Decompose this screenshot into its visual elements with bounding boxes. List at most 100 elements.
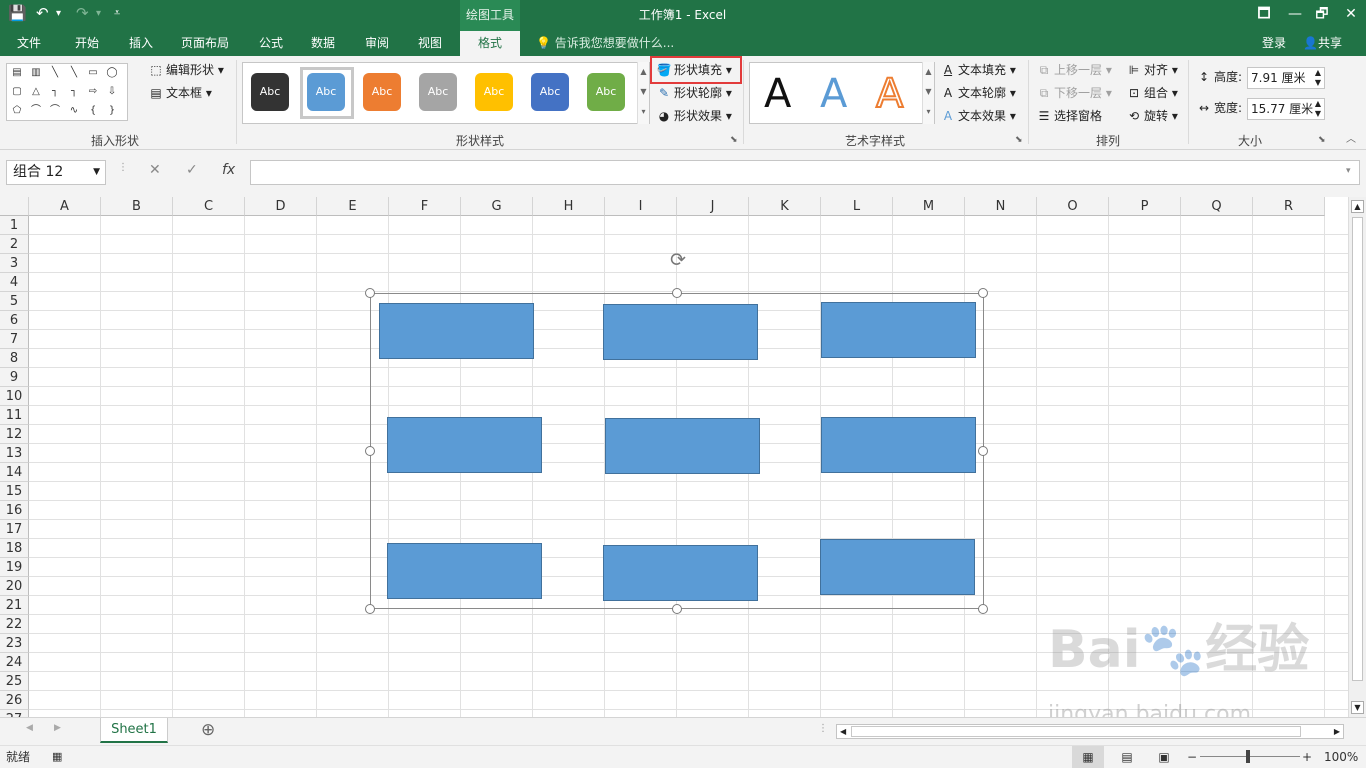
share-button[interactable]: 👤共享 (1303, 31, 1342, 56)
down-arrow-shape-icon[interactable]: ⇩ (105, 86, 119, 98)
shape-outline-button[interactable]: ✎ 形状轮廓 ▾ (656, 83, 732, 103)
wordart-sample-black[interactable]: A (764, 69, 791, 119)
page-break-view-icon[interactable]: ▣ (1155, 746, 1173, 768)
zoom-slider-track[interactable] (1200, 756, 1300, 757)
scroll-down-arrow-icon[interactable]: ▼ (1351, 701, 1364, 714)
add-sheet-icon[interactable]: ⊕ (201, 720, 215, 740)
zoom-level[interactable]: 100% (1324, 746, 1358, 768)
column-header-a[interactable]: A (29, 197, 101, 216)
resize-handle-bottom-right[interactable] (978, 604, 988, 614)
style-swatch-gold[interactable]: Abc (475, 73, 513, 111)
row-header-6[interactable]: 6 (0, 311, 29, 330)
save-icon[interactable]: 💾 (8, 4, 27, 22)
resize-handle-top-left[interactable] (365, 288, 375, 298)
restore-button[interactable]: 🗗 (1307, 0, 1337, 31)
tab-data[interactable]: 数据 (300, 31, 346, 56)
shape-fill-button[interactable]: 🪣 形状填充 ▾ (656, 60, 732, 80)
arrow-line-shape-icon[interactable]: ╲ (67, 67, 81, 79)
row-header-9[interactable]: 9 (0, 368, 29, 387)
column-header-n[interactable]: N (965, 197, 1037, 216)
row-header-12[interactable]: 12 (0, 425, 29, 444)
width-spinner-icon[interactable]: ▲ ▼ (1315, 99, 1321, 119)
column-header-p[interactable]: P (1109, 197, 1181, 216)
resize-handle-left[interactable] (365, 446, 375, 456)
rectangle-shape[interactable] (821, 417, 976, 473)
row-header-11[interactable]: 11 (0, 406, 29, 425)
rotate-handle-icon[interactable]: ⟳ (667, 249, 689, 271)
cancel-icon[interactable]: ✕ (149, 162, 161, 178)
row-header-8[interactable]: 8 (0, 349, 29, 368)
rectangle-shape[interactable] (605, 418, 760, 474)
textbox-shape-icon[interactable]: ▤ (10, 67, 24, 79)
column-header-r[interactable]: R (1253, 197, 1325, 216)
rectangle-shape[interactable] (603, 304, 758, 360)
row-header-18[interactable]: 18 (0, 539, 29, 558)
formula-input[interactable] (250, 160, 1360, 185)
style-swatch-green[interactable]: Abc (587, 73, 625, 111)
column-header-j[interactable]: J (677, 197, 749, 216)
edit-shape-button[interactable]: ⬚ 编辑形状 ▾ (148, 60, 224, 80)
align-button[interactable]: ⊫ 对齐 ▾ (1126, 60, 1178, 80)
zoom-in-button[interactable]: + (1302, 746, 1312, 768)
rectangle-shape[interactable] (821, 302, 976, 358)
freeform-shape-icon[interactable]: ⬠ (10, 105, 24, 117)
column-header-k[interactable]: K (749, 197, 821, 216)
curve-shape-icon[interactable]: ∿ (67, 105, 81, 117)
row-header-15[interactable]: 15 (0, 482, 29, 501)
row-header-21[interactable]: 21 (0, 596, 29, 615)
scroll-down-icon[interactable]: ▼ (638, 82, 649, 102)
elbow-arrow-shape-icon[interactable]: ┐ (67, 86, 81, 98)
style-swatch-orange[interactable]: Abc (363, 73, 401, 111)
height-field[interactable]: 7.91 厘米 ▲ ▼ (1247, 67, 1325, 89)
scroll-up-arrow-icon[interactable]: ▲ (1351, 200, 1364, 213)
tab-review[interactable]: 审阅 (354, 31, 400, 56)
style-swatch-darkblue[interactable]: Abc (531, 73, 569, 111)
prev-sheet-icon[interactable]: ◀ (26, 723, 33, 733)
size-launcher-icon[interactable]: ⬊ (1318, 130, 1326, 150)
height-spinner-icon[interactable]: ▲ ▼ (1315, 68, 1321, 88)
tab-view[interactable]: 视图 (407, 31, 453, 56)
text-box-button[interactable]: ▤ 文本框 ▾ (148, 83, 212, 103)
gallery-more-icon[interactable]: ▾ (923, 102, 934, 122)
resize-handle-top-right[interactable] (978, 288, 988, 298)
chevron-down-icon[interactable]: ▼ (93, 161, 100, 184)
row-header-5[interactable]: 5 (0, 292, 29, 311)
tab-format[interactable]: 格式 (460, 31, 520, 56)
tab-insert[interactable]: 插入 (118, 31, 164, 56)
row-header-23[interactable]: 23 (0, 634, 29, 653)
column-header-g[interactable]: G (461, 197, 533, 216)
scroll-up-icon[interactable]: ▲ (923, 62, 934, 82)
row-header-19[interactable]: 19 (0, 558, 29, 577)
shape-styles-launcher-icon[interactable]: ⬊ (730, 130, 738, 150)
scroll-up-icon[interactable]: ▲ (638, 62, 649, 82)
line-shape-icon[interactable]: ╲ (48, 67, 62, 79)
text-fill-button[interactable]: A 文本填充 ▾ (940, 60, 1016, 80)
insert-function-icon[interactable]: fx (222, 162, 235, 178)
elbow-connector-shape-icon[interactable]: ┐ (48, 86, 62, 98)
rectangle-shape[interactable] (603, 545, 758, 601)
scribble-shape-icon[interactable]: ⌒ (29, 105, 43, 117)
row-header-14[interactable]: 14 (0, 463, 29, 482)
resize-handle-right[interactable] (978, 446, 988, 456)
horizontal-scrollbar[interactable]: ◀ ▶ (836, 724, 1344, 739)
row-header-4[interactable]: 4 (0, 273, 29, 292)
row-header-27[interactable]: 27 (0, 710, 29, 717)
width-field[interactable]: 15.77 厘米 ▲ ▼ (1247, 98, 1325, 120)
style-swatch-blue[interactable]: Abc (307, 73, 345, 111)
rotate-button[interactable]: ⟲ 旋转 ▾ (1126, 106, 1178, 126)
gallery-more-icon[interactable]: ▾ (638, 102, 649, 122)
scroll-right-arrow-icon[interactable]: ▶ (1334, 725, 1340, 738)
horizontal-scroll-thumb[interactable] (851, 726, 1301, 737)
next-sheet-icon[interactable]: ▶ (54, 723, 61, 733)
shapes-gallery[interactable]: ▤ ▥ ╲ ╲ ▭ ◯ ▢ △ ┐ ┐ ⇨ ⇩ ⬠ ⌒ ⌒ ∿ { } (6, 63, 128, 121)
column-header-b[interactable]: B (101, 197, 173, 216)
tab-page-layout[interactable]: 页面布局 (172, 31, 238, 56)
enter-icon[interactable]: ✓ (186, 162, 198, 178)
normal-view-icon[interactable]: ▦ (1072, 746, 1104, 768)
column-header-m[interactable]: M (893, 197, 965, 216)
tell-me-search[interactable]: 💡 告诉我您想要做什么... (536, 31, 674, 56)
wordart-launcher-icon[interactable]: ⬊ (1015, 130, 1023, 150)
selection-pane-button[interactable]: ☰ 选择窗格 (1036, 106, 1102, 126)
resize-handle-bottom[interactable] (672, 604, 682, 614)
rectangle-shape[interactable] (379, 303, 534, 359)
